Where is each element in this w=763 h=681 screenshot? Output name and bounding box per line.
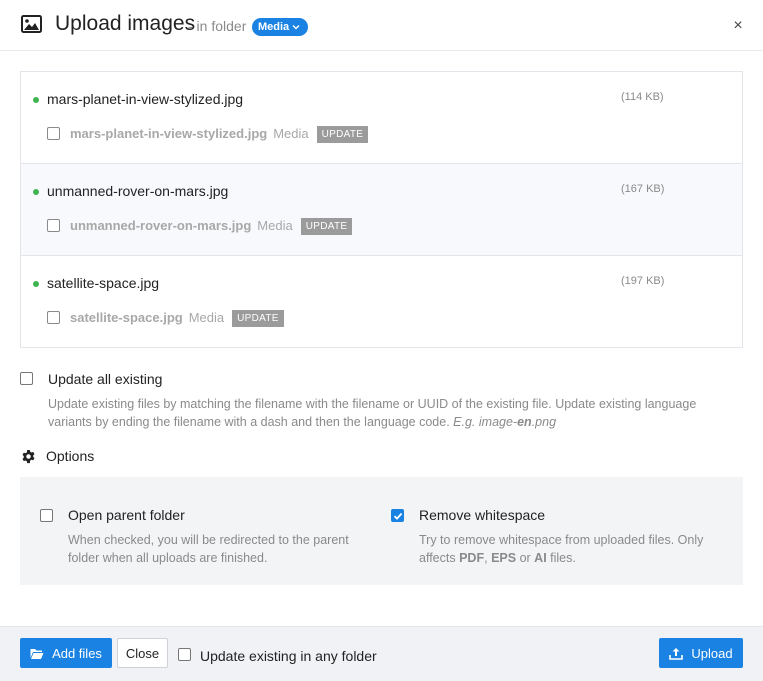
- remove-whitespace-help-line1: Try to remove whitespace from uploaded f…: [419, 533, 704, 547]
- chevron-down-icon: [292, 25, 300, 30]
- upload-icon: [669, 647, 684, 660]
- options-title: Options: [46, 448, 95, 464]
- existing-file-name: mars-planet-in-view-stylized.jpg: [70, 126, 268, 141]
- existing-file-name: satellite-space.jpg: [70, 310, 183, 325]
- folder-selector[interactable]: Media: [252, 18, 309, 36]
- gear-icon: [22, 449, 35, 464]
- remove-whitespace-label: Remove whitespace: [419, 507, 546, 523]
- open-parent-folder-checkbox[interactable]: [40, 509, 53, 522]
- existing-file-info: satellite-space.jpg Media UPDATE: [70, 310, 284, 327]
- file-size: (114 KB): [621, 91, 664, 103]
- file-list: mars-planet-in-view-stylized.jpg (114 KB…: [20, 71, 743, 348]
- close-button[interactable]: Close: [117, 638, 168, 668]
- example-ext: .png: [531, 415, 557, 429]
- help-or: or: [519, 551, 531, 565]
- update-all-help: Update existing files by matching the fi…: [48, 395, 748, 431]
- existing-file-name: unmanned-rover-on-mars.jpg: [70, 218, 252, 233]
- existing-file-info: unmanned-rover-on-mars.jpg Media UPDATE: [70, 218, 353, 235]
- status-dot: [33, 189, 39, 195]
- update-button[interactable]: UPDATE: [232, 310, 284, 327]
- file-row: mars-planet-in-view-stylized.jpg (114 KB…: [21, 72, 742, 164]
- file-name: unmanned-rover-on-mars.jpg: [47, 183, 229, 199]
- folder-open-icon: [30, 648, 44, 659]
- open-parent-help-line2: folder when all uploads are finished.: [68, 551, 268, 565]
- checkmark-icon: [393, 512, 403, 520]
- upload-images-modal: Upload images - in folder Media × mars-p…: [0, 0, 763, 681]
- update-all-help-line1: Update existing files by matching the fi…: [48, 397, 697, 411]
- upload-label: Upload: [691, 645, 733, 661]
- help-comma: ,: [484, 551, 488, 565]
- remove-whitespace-help: Try to remove whitespace from uploaded f…: [419, 531, 739, 567]
- status-dot: [33, 281, 39, 287]
- close-icon[interactable]: ×: [731, 18, 745, 34]
- options-panel: Open parent folder When checked, you wil…: [20, 477, 743, 585]
- update-all-existing-checkbox[interactable]: [20, 372, 33, 385]
- existing-file-checkbox[interactable]: [47, 219, 60, 232]
- remove-whitespace-checkbox[interactable]: [391, 509, 404, 522]
- help-ai: AI: [534, 551, 547, 565]
- help-eps: EPS: [491, 551, 517, 565]
- help-files: files.: [550, 551, 576, 565]
- example-lang-code: en: [517, 415, 532, 429]
- file-name: mars-planet-in-view-stylized.jpg: [47, 91, 244, 107]
- update-any-folder-label: Update existing in any folder: [200, 648, 377, 664]
- example-prefix: E.g. image-: [453, 415, 518, 429]
- status-dot: [33, 97, 39, 103]
- add-files-button[interactable]: Add files: [20, 638, 112, 668]
- modal-footer: Add files Close Update existing in any f…: [0, 626, 763, 681]
- folder-badge-label: Media: [258, 21, 290, 33]
- existing-file-checkbox[interactable]: [47, 311, 60, 324]
- open-parent-folder-help: When checked, you will be redirected to …: [68, 531, 388, 567]
- file-name: satellite-space.jpg: [47, 275, 160, 291]
- upload-button[interactable]: Upload: [659, 638, 743, 668]
- file-size: (167 KB): [621, 183, 665, 195]
- existing-file-folder: Media: [273, 126, 309, 141]
- modal-title: Upload images: [55, 12, 196, 35]
- remove-whitespace-help-line2: affects PDF, EPS or AI files.: [419, 549, 739, 567]
- existing-file-checkbox[interactable]: [47, 127, 60, 140]
- update-all-help-text: variants by ending the filename with a d…: [48, 415, 450, 429]
- open-parent-folder-label: Open parent folder: [68, 507, 185, 523]
- file-row: satellite-space.jpg (197 KB) satellite-s…: [21, 255, 742, 347]
- existing-file-folder: Media: [257, 218, 293, 233]
- update-any-folder-checkbox[interactable]: [178, 648, 191, 661]
- modal-header: Upload images - in folder Media ×: [0, 0, 763, 51]
- in-folder-label: - in folder: [188, 18, 247, 34]
- add-files-label: Add files: [52, 645, 102, 661]
- update-all-existing-label: Update all existing: [48, 371, 163, 387]
- update-all-help-line2: variants by ending the filename with a d…: [48, 413, 748, 431]
- file-row: unmanned-rover-on-mars.jpg (167 KB) unma…: [21, 163, 742, 255]
- file-size: (197 KB): [621, 275, 665, 287]
- image-icon: [21, 15, 42, 33]
- help-affects: affects: [419, 551, 456, 565]
- existing-file-folder: Media: [188, 310, 225, 325]
- update-button[interactable]: UPDATE: [300, 218, 353, 235]
- update-button[interactable]: UPDATE: [316, 126, 369, 143]
- existing-file-info: mars-planet-in-view-stylized.jpg Media UPD…: [70, 126, 369, 143]
- help-pdf: PDF: [459, 551, 485, 565]
- open-parent-help-line1: When checked, you will be redirected to …: [68, 533, 349, 547]
- update-all-help-example: E.g. image-en.png: [453, 415, 556, 429]
